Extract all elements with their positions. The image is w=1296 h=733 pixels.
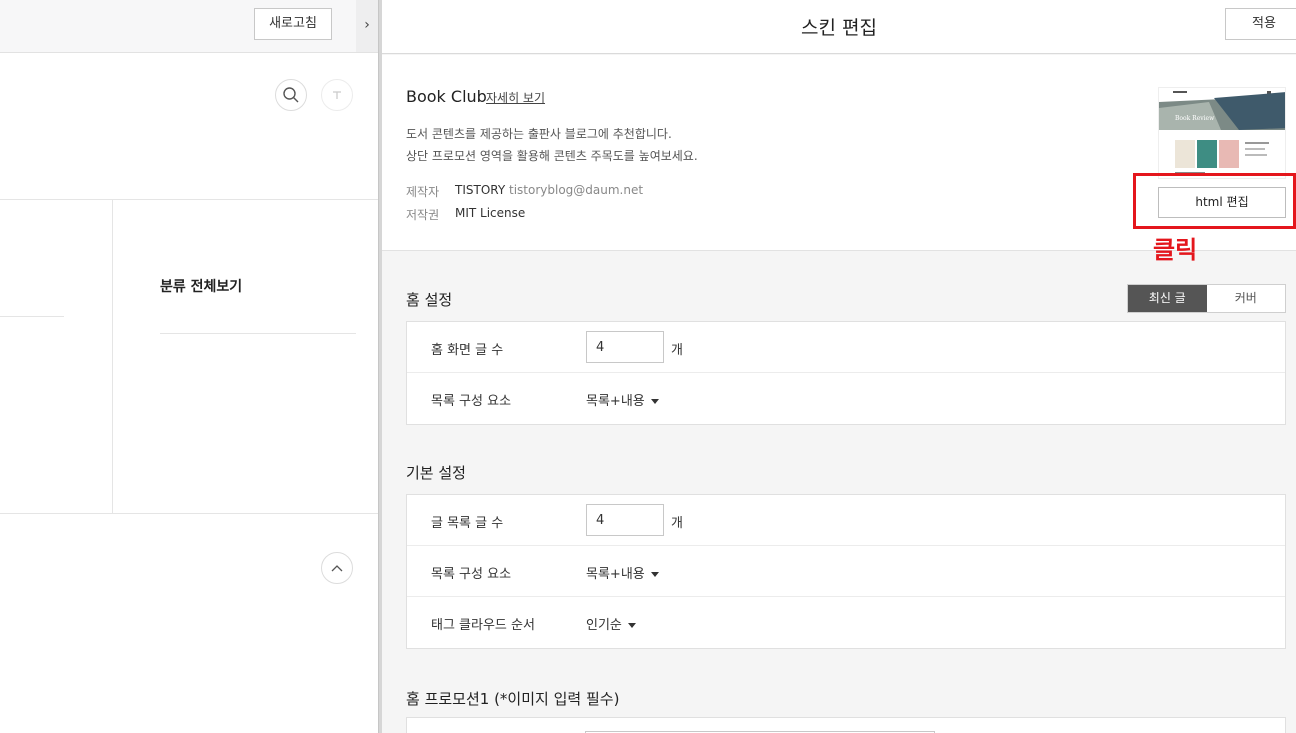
home-settings-card: 홈 화면 글 수 개 목록 구성 요소 목록+내용 [406, 321, 1286, 425]
tag-cloud-order-dropdown[interactable]: 인기순 [586, 614, 636, 633]
profile-button[interactable] [321, 79, 353, 111]
maker-name: TISTORY [455, 183, 506, 197]
caret-down-icon [650, 572, 659, 577]
home-post-count-label: 홈 화면 글 수 [431, 343, 504, 358]
post-list-count-input[interactable] [586, 504, 664, 536]
search-icon [283, 87, 299, 103]
collapse-panel-button[interactable]: › [356, 0, 378, 53]
divider-line [0, 513, 378, 514]
license-label: 저작권 [406, 208, 440, 222]
unit-label: 개 [671, 343, 683, 358]
maker-value: TISTORY tistoryblog@daum.net [455, 183, 643, 197]
dropdown-value: 목록+내용 [586, 567, 645, 582]
home-list-elements-label: 목록 구성 요소 [431, 394, 512, 409]
search-button[interactable] [275, 79, 307, 111]
home-promotion-title: 홈 프로모션1 (*이미지 입력 필수) [406, 690, 620, 708]
skin-edit-panel: 스킨 편집 적용 Book Club 자세히 보기 도서 콘텐츠를 제공하는 출… [382, 0, 1296, 733]
maker-email: tistoryblog@daum.net [509, 183, 644, 197]
scroll-top-button[interactable] [321, 552, 353, 584]
list-elements-dropdown[interactable]: 목록+내용 [586, 563, 659, 582]
caret-down-icon [627, 623, 636, 628]
settings-row: 태그 클라우드 순서 인기순 [407, 597, 1285, 648]
skin-info-section: Book Club 자세히 보기 도서 콘텐츠를 제공하는 출판사 블로그에 추… [382, 55, 1296, 251]
skin-description: 도서 콘텐츠를 제공하는 출판사 블로그에 추천합니다. [406, 127, 672, 141]
toggle-cover[interactable]: 커버 [1207, 285, 1286, 312]
thumbnail-title: Book Review [1175, 115, 1215, 122]
annotation-click-note: 클릭 [1153, 236, 1198, 264]
apply-button[interactable]: 적용 [1225, 8, 1296, 40]
settings-row: 목록 구성 요소 목록+내용 [407, 546, 1285, 597]
divider-line [112, 200, 113, 513]
divider-line [0, 199, 378, 200]
home-list-elements-dropdown[interactable]: 목록+내용 [586, 390, 659, 409]
dropdown-value: 인기순 [586, 618, 622, 633]
settings-row: 글 목록 글 수 개 [407, 495, 1285, 546]
toggle-latest-posts[interactable]: 최신 글 [1128, 285, 1207, 312]
post-list-count-label: 글 목록 글 수 [431, 516, 504, 531]
caret-down-icon [650, 399, 659, 404]
basic-settings-card: 글 목록 글 수 개 목록 구성 요소 목록+내용 태그 클라우드 순서 인기순 [406, 494, 1286, 649]
license-value: MIT License [455, 206, 526, 220]
home-mode-toggle: 최신 글 커버 [1127, 284, 1286, 313]
divider-line [0, 316, 64, 317]
refresh-button[interactable]: 새로고침 [254, 8, 332, 40]
annotation-highlight-box [1133, 173, 1296, 229]
skin-description: 상단 프로모션 영역을 활용해 콘텐츠 주목도를 높여보세요. [406, 149, 698, 163]
skin-thumbnail: Book Review [1158, 87, 1286, 179]
divider-line [160, 333, 356, 334]
list-elements-label: 목록 구성 요소 [431, 567, 512, 582]
home-promotion-card [406, 717, 1286, 733]
basic-settings-title: 기본 설정 [406, 464, 466, 482]
settings-row: 홈 화면 글 수 개 [407, 322, 1285, 373]
home-post-count-input[interactable] [586, 331, 664, 363]
category-all-link[interactable]: 분류 전체보기 [160, 276, 242, 296]
skin-detail-link[interactable]: 자세히 보기 [486, 89, 545, 106]
skin-thumbnail-image: Book Review [1159, 88, 1285, 178]
preview-toolbar: 새로고침 [0, 0, 356, 53]
tistory-logo-icon [333, 91, 341, 99]
page-title: 스킨 편집 [801, 17, 877, 39]
maker-label: 제작자 [406, 185, 440, 199]
home-settings-title: 홈 설정 [406, 291, 453, 309]
skin-name: Book Club [406, 87, 487, 106]
tag-cloud-order-label: 태그 클라우드 순서 [431, 618, 535, 633]
chevron-up-icon [331, 565, 343, 572]
chevron-right-icon: › [364, 17, 370, 33]
skin-edit-header: 스킨 편집 적용 [382, 0, 1296, 54]
blog-preview-panel: 새로고침 › 분류 전체보기 [0, 0, 378, 733]
dropdown-value: 목록+내용 [586, 394, 645, 409]
unit-label: 개 [671, 516, 683, 531]
settings-row: 목록 구성 요소 목록+내용 [407, 373, 1285, 424]
